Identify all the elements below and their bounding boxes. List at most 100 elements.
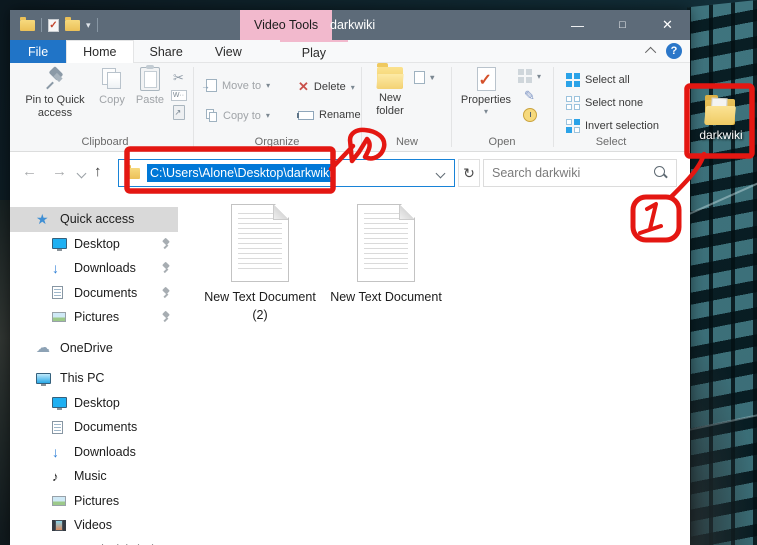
text-file-icon — [357, 204, 415, 282]
onedrive-icon: ☁ — [36, 339, 50, 356]
chevron-down-icon: ▾ — [265, 111, 270, 120]
downloads-icon: ↓ — [52, 260, 59, 277]
select-all-button[interactable]: Select all — [566, 73, 630, 87]
sidebar-item-videos[interactable]: Videos — [10, 513, 178, 538]
maximize-button[interactable]: □ — [600, 10, 645, 40]
cut-icon[interactable]: ✂ — [170, 69, 187, 86]
address-row: ← → ↑ C:\Users\Alone\Desktop\darkwiki ↻ — [10, 152, 690, 196]
documents-icon — [52, 420, 63, 434]
file-new-text-document-2[interactable]: New Text Document (2) — [204, 204, 316, 324]
select-all-icon — [566, 73, 580, 87]
chevron-down-icon[interactable] — [435, 168, 446, 179]
rename-button[interactable]: Rename — [297, 109, 361, 121]
tab-play[interactable]: Play — [279, 40, 349, 63]
open-icon — [518, 69, 532, 83]
delete-button[interactable]: ✕ Delete ▾ — [298, 79, 355, 95]
screen: darkwiki ✓ ▾ Video Tools darkwiki — □ ✕ … — [0, 0, 757, 545]
delete-icon: ✕ — [298, 79, 309, 94]
desktop-folder-darkwiki[interactable]: darkwiki — [694, 95, 748, 142]
chevron-down-icon[interactable]: ▾ — [86, 20, 91, 30]
group-label-clipboard: Clipboard — [81, 136, 129, 148]
copy-button[interactable]: Copy — [92, 67, 132, 107]
chevron-down-icon: ▾ — [266, 81, 271, 90]
help-icon[interactable]: ? — [666, 43, 682, 59]
open-button[interactable]: ▾ — [518, 69, 541, 83]
tab-share[interactable]: Share — [134, 40, 199, 63]
close-button[interactable]: ✕ — [645, 10, 690, 40]
invert-selection-button[interactable]: Invert selection — [566, 119, 659, 133]
sidebar-item-music[interactable]: ♪ Music — [10, 464, 178, 489]
address-path[interactable]: C:\Users\Alone\Desktop\darkwiki — [147, 164, 336, 182]
refresh-button[interactable]: ↻ — [458, 159, 480, 187]
collapse-ribbon-icon[interactable] — [644, 46, 657, 59]
documents-icon — [52, 286, 63, 300]
new-folder-button[interactable]: New folder — [368, 63, 412, 118]
properties-button[interactable]: ✓ Properties ▾ — [458, 67, 514, 116]
new-folder-icon — [377, 63, 403, 89]
ribbon: Pin to Quick access Copy Paste ✂ W·· Cli… — [10, 63, 690, 152]
divider — [96, 18, 98, 32]
paste-button[interactable]: Paste — [130, 65, 170, 107]
sidebar-item-pictures-pc[interactable]: Pictures — [10, 489, 178, 514]
pin-to-quick-access-button[interactable]: Pin to Quick access — [18, 66, 92, 120]
sidebar-item-this-pc[interactable]: This PC — [10, 366, 178, 391]
ribbon-tabs: File Home Share View Play ? — [10, 40, 690, 63]
folder-icon — [125, 164, 140, 179]
search-icon[interactable] — [653, 165, 668, 181]
sidebar-item-desktop[interactable]: Desktop — [10, 232, 178, 257]
search-input[interactable] — [484, 166, 653, 180]
sidebar-item-documents-pc[interactable]: Documents — [10, 415, 178, 440]
new-folder-icon[interactable] — [65, 16, 80, 31]
folder-icon[interactable] — [20, 16, 35, 31]
window-controls: — □ ✕ — [555, 10, 690, 40]
select-none-button[interactable]: Select none — [566, 96, 643, 110]
copy-to-button[interactable]: Copy to ▾ — [206, 109, 270, 122]
group-label-select: Select — [595, 136, 627, 148]
content-area: ★ Quick access Desktop ↓ Downloads Docum… — [10, 196, 690, 545]
minimize-button[interactable]: — — [555, 10, 600, 40]
edit-icon[interactable]: ✎ — [521, 87, 538, 104]
file-new-text-document[interactable]: New Text Document — [330, 204, 442, 306]
up-icon[interactable]: ↑ — [94, 163, 102, 180]
navigation-pane: ★ Quick access Desktop ↓ Downloads Docum… — [10, 196, 178, 545]
sidebar-item-quick-access[interactable]: ★ Quick access — [10, 207, 178, 232]
history-icon[interactable] — [522, 108, 537, 122]
desktop-folder-label: darkwiki — [699, 128, 743, 142]
sidebar-item-onedrive[interactable]: ☁ OneDrive — [10, 336, 178, 361]
sidebar-item-local-disk[interactable]: Local Disk (C:) — [10, 538, 178, 545]
recent-locations-icon[interactable] — [76, 168, 87, 179]
tab-view[interactable]: View — [199, 40, 258, 63]
search-box — [483, 159, 677, 187]
properties-icon[interactable]: ✓ — [48, 18, 59, 32]
clipboard-small-buttons: ✂ W·· — [170, 69, 187, 120]
group-label-open: Open — [488, 136, 516, 148]
move-to-button[interactable]: Move to ▾ — [201, 79, 271, 92]
sidebar-item-documents[interactable]: Documents — [10, 281, 178, 306]
copy-to-icon — [206, 109, 218, 122]
sidebar-item-downloads-pc[interactable]: ↓ Downloads — [10, 440, 178, 465]
copy-path-icon[interactable]: W·· — [170, 90, 187, 101]
explorer-window: ✓ ▾ Video Tools darkwiki — □ ✕ File Home… — [10, 10, 690, 545]
forward-icon[interactable]: → — [52, 163, 67, 180]
group-label-new: New — [395, 136, 418, 148]
sidebar-item-pictures[interactable]: Pictures — [10, 305, 178, 330]
music-icon: ♪ — [52, 468, 59, 484]
text-file-icon — [231, 204, 289, 282]
this-pc-icon — [36, 372, 51, 386]
tab-home[interactable]: Home — [66, 40, 134, 63]
quick-access-icon: ★ — [36, 210, 49, 227]
paste-shortcut-icon[interactable] — [172, 105, 185, 120]
tab-file[interactable]: File — [10, 40, 67, 63]
rename-icon — [297, 110, 314, 120]
title-bar: ✓ ▾ Video Tools darkwiki — □ ✕ — [10, 10, 690, 40]
sidebar-item-downloads[interactable]: ↓ Downloads — [10, 256, 178, 281]
copy-icon — [101, 67, 123, 91]
back-icon[interactable]: ← — [22, 163, 37, 180]
group-label-organize: Organize — [254, 136, 300, 148]
properties-icon: ✓ — [476, 67, 496, 91]
sidebar-item-desktop-pc[interactable]: Desktop — [10, 391, 178, 416]
videos-icon — [52, 519, 66, 531]
address-bar[interactable]: C:\Users\Alone\Desktop\darkwiki — [118, 159, 455, 187]
contextual-tab-video-tools[interactable]: Video Tools — [240, 10, 333, 40]
desktop-icon — [52, 397, 67, 411]
